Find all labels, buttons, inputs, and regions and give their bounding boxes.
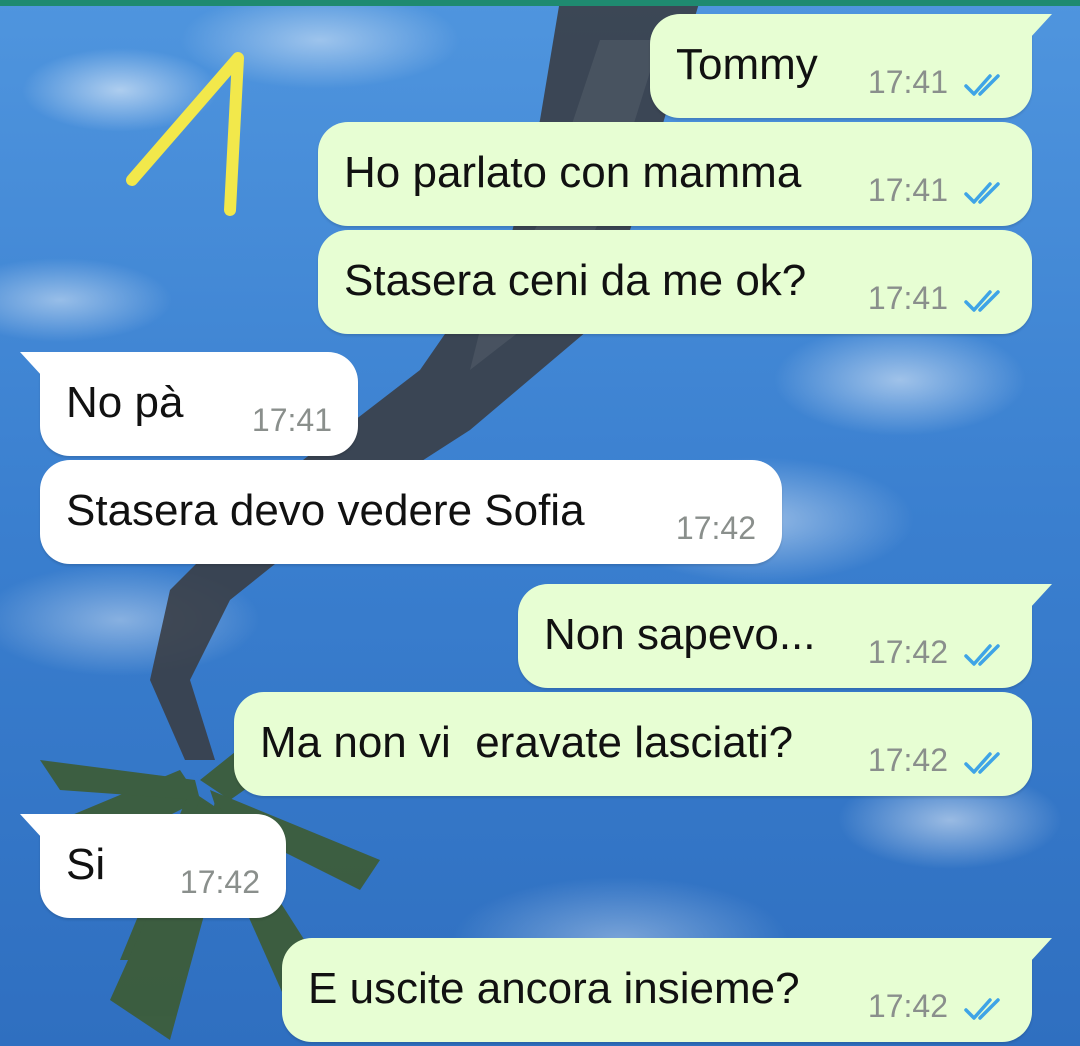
- message-bubble-outgoing[interactable]: E uscite ancora insieme? 17:42: [282, 938, 1052, 1042]
- double-check-icon: [964, 74, 1000, 96]
- message-text: Ma non vi eravate lasciati?: [260, 718, 794, 767]
- message-text: No pà: [66, 378, 184, 427]
- message-timestamp: 17:42: [867, 634, 948, 670]
- double-check-icon: [964, 998, 1000, 1020]
- message-text: Tommy: [676, 40, 818, 89]
- double-check-icon: [964, 752, 1000, 774]
- message-text: Stasera devo vedere Sofia: [66, 486, 585, 535]
- message-timestamp: 17:42: [867, 988, 948, 1024]
- message-bubble-incoming[interactable]: Si 17:42: [20, 814, 286, 918]
- message-timestamp: 17:42: [867, 742, 948, 778]
- message-timestamp: 17:41: [867, 64, 948, 100]
- top-status-strip: [0, 0, 1080, 6]
- message-timestamp: 17:41: [867, 172, 948, 208]
- message-timestamp: 17:41: [251, 402, 332, 438]
- message-bubble-outgoing[interactable]: Non sapevo... 17:42: [518, 584, 1052, 688]
- double-check-icon: [964, 290, 1000, 312]
- double-check-icon: [964, 644, 1000, 666]
- message-text: Ho parlato con mamma: [344, 148, 802, 197]
- message-text: Si: [66, 840, 106, 889]
- message-bubble-outgoing[interactable]: Ma non vi eravate lasciati? 17:42: [234, 692, 1032, 796]
- yellow-annotation-one: [126, 52, 244, 216]
- message-timestamp: 17:42: [675, 510, 756, 546]
- message-bubble-outgoing[interactable]: Stasera ceni da me ok? 17:41: [318, 230, 1032, 334]
- message-timestamp: 17:42: [179, 864, 260, 900]
- double-check-icon: [964, 182, 1000, 204]
- message-bubble-outgoing[interactable]: Tommy 17:41: [650, 14, 1052, 118]
- message-text: E uscite ancora insieme?: [308, 964, 800, 1013]
- message-bubble-incoming[interactable]: Stasera devo vedere Sofia 17:42: [40, 460, 782, 564]
- message-timestamp: 17:41: [867, 280, 948, 316]
- message-bubble-incoming[interactable]: No pà 17:41: [20, 352, 358, 456]
- message-text: Non sapevo...: [544, 610, 816, 659]
- message-text: Stasera ceni da me ok?: [344, 256, 807, 305]
- message-bubble-outgoing[interactable]: Ho parlato con mamma 17:41: [318, 122, 1032, 226]
